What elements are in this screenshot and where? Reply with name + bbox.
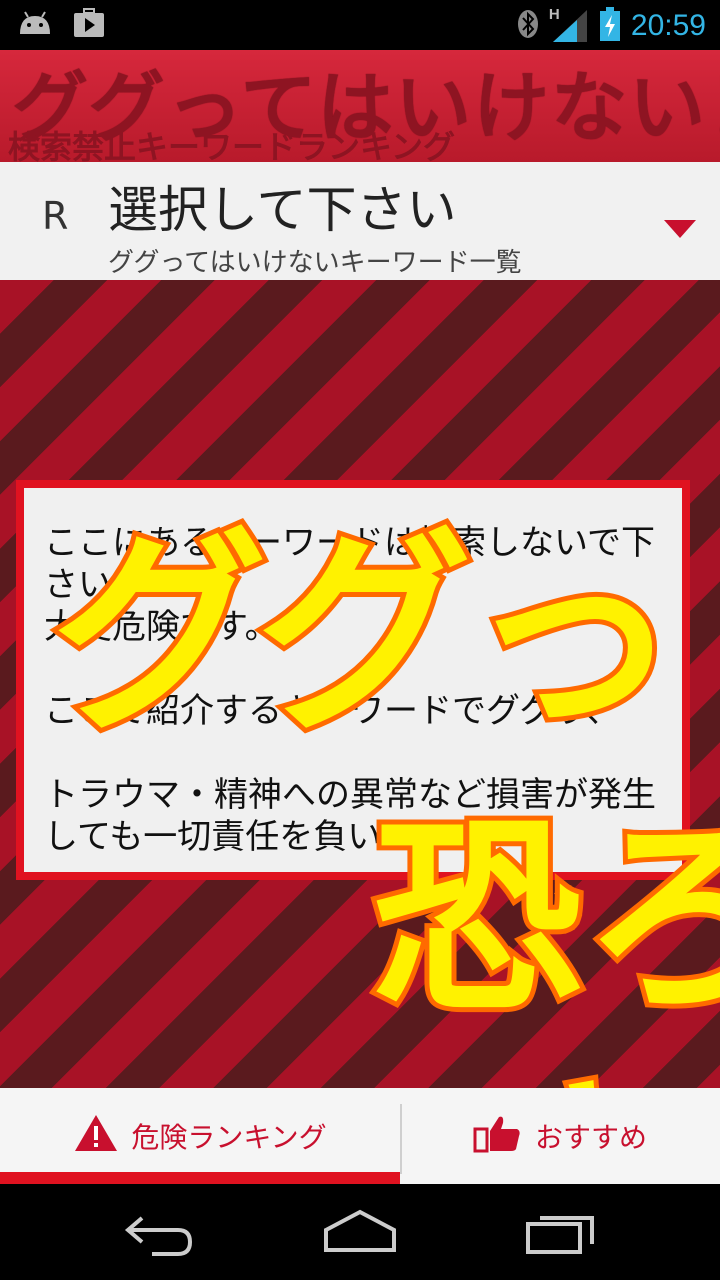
- app-subtitle: 検索禁止キーワードランキング: [8, 128, 456, 162]
- back-icon[interactable]: [122, 1204, 198, 1264]
- nav-bar: [0, 1184, 720, 1280]
- clock: 20:59: [630, 9, 706, 42]
- tab-recommend-label: おすすめ: [534, 1121, 647, 1154]
- dropdown-arrow-icon[interactable]: [664, 220, 696, 238]
- tab-danger-ranking[interactable]: 危険ランキング: [0, 1088, 400, 1184]
- signal-icon: H: [549, 6, 589, 44]
- dropdown-title: 選択して下さい: [108, 181, 457, 239]
- overlay-banner-line2: 恐ろ: [367, 791, 720, 1046]
- overlay-banner-line3: キ: [493, 1010, 703, 1088]
- battery-icon: [599, 6, 621, 46]
- status-bar: H 20:59: [0, 0, 720, 50]
- dropdown-subtitle: ググってはいけないキーワード一覧: [108, 248, 522, 278]
- tab-recommend[interactable]: おすすめ: [400, 1088, 720, 1184]
- warning-icon: [73, 1113, 119, 1160]
- android-icon: [16, 10, 54, 40]
- play-store-icon: [72, 8, 106, 42]
- home-icon[interactable]: [320, 1204, 400, 1264]
- bluetooth-icon: [517, 9, 539, 43]
- main-content: ここにあるキーワードは検索しないで下さい！ 大変危険です。 ここで紹介するキーワ…: [0, 280, 720, 1088]
- dropdown-letter: R: [42, 194, 69, 238]
- overlay-banner-line1: ググっ: [47, 504, 686, 765]
- recent-apps-icon[interactable]: [524, 1204, 600, 1264]
- tab-bar: 危険ランキング おすすめ: [0, 1088, 720, 1184]
- tab-danger-ranking-label: 危険ランキング: [131, 1121, 327, 1154]
- thumbs-up-icon: [473, 1113, 523, 1160]
- app-header: ググってはいけない！ 検索禁止キーワードランキング: [0, 50, 720, 162]
- active-tab-indicator: [0, 1172, 400, 1184]
- category-dropdown[interactable]: R 選択して下さい ググってはいけないキーワード一覧: [0, 162, 720, 280]
